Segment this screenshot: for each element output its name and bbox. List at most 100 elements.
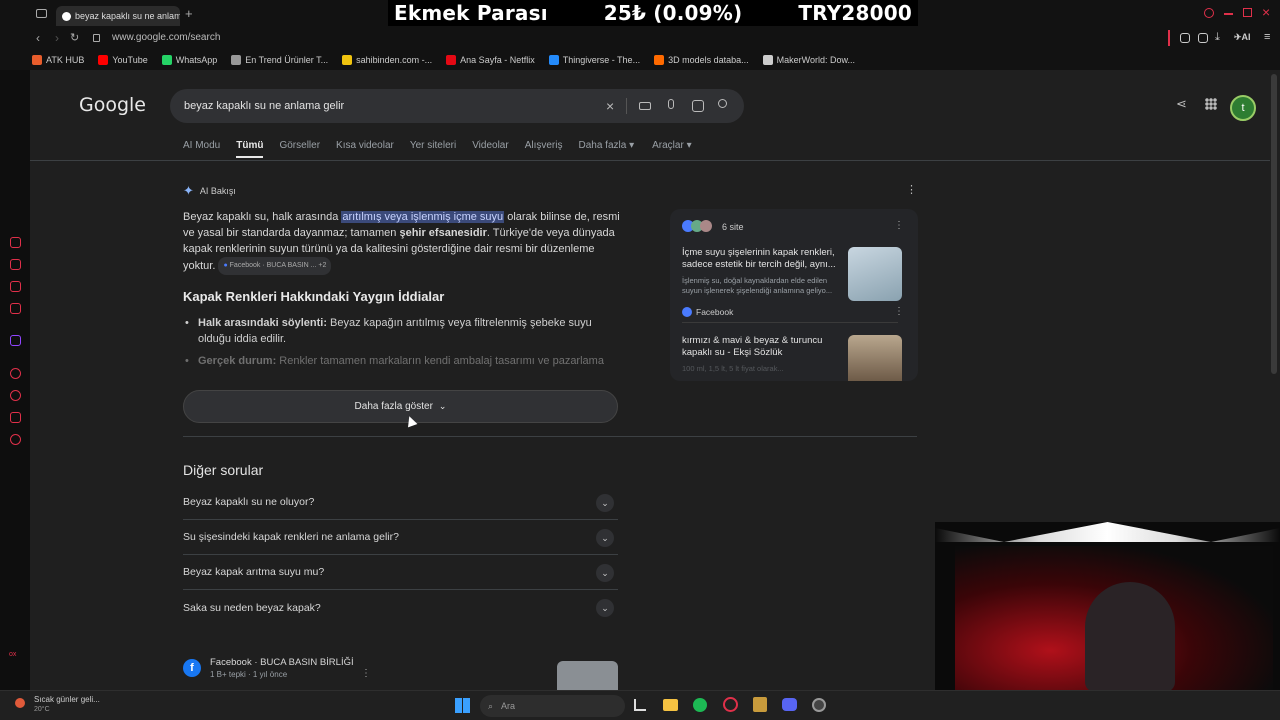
bookmark-youtube[interactable]: YouTube	[98, 55, 148, 65]
page-scrollbar[interactable]	[1271, 74, 1277, 374]
bookmark-favicon-icon	[231, 55, 242, 65]
tab-places[interactable]: Yer siteleri	[410, 140, 456, 158]
opera-gx-icon[interactable]	[723, 697, 738, 712]
keyboard-icon[interactable]	[639, 102, 651, 110]
show-more-button[interactable]: Daha fazla göster ⌄	[183, 390, 618, 423]
player-icon[interactable]	[10, 368, 21, 379]
source-chip[interactable]: ● Facebook · BUCA BASIN ... +2	[218, 257, 332, 275]
search-icon[interactable]	[718, 99, 727, 108]
download-icon[interactable]: ⤓	[1215, 31, 1220, 44]
chevron-down-icon[interactable]: ⌄	[596, 564, 614, 582]
task-view-icon[interactable]	[634, 699, 646, 711]
netflix-icon	[446, 55, 457, 65]
tab-active[interactable]: beyaz kapaklı su ne anlama ×	[56, 6, 180, 26]
extensions-toolbar-icon[interactable]	[1180, 33, 1190, 43]
twitch-icon[interactable]	[10, 335, 21, 346]
bookmark-atk-hub[interactable]: ATK HUB	[32, 55, 84, 65]
settings-icon[interactable]	[10, 434, 21, 445]
more-options-icon[interactable]: ⋮	[894, 306, 904, 317]
discord-icon[interactable]	[782, 698, 797, 711]
tab-menu-icon[interactable]	[36, 9, 47, 18]
bottles-thumbnail[interactable]	[848, 247, 902, 301]
mic-icon[interactable]	[668, 99, 674, 109]
taskbar-search[interactable]: ⌕ Ara	[480, 695, 625, 717]
ticker-name: Ekmek Parası	[394, 1, 548, 25]
more-options-icon[interactable]: ⋮	[894, 220, 904, 231]
tab-videos[interactable]: Videolar	[472, 140, 509, 158]
weather-title[interactable]: Sıcak günler geli...	[34, 695, 100, 704]
question-row[interactable]: Su şişesindeki kapak renkleri ne anlama …	[183, 520, 618, 555]
forward-icon[interactable]: ›	[55, 31, 59, 45]
socks-thumbnail[interactable]	[848, 335, 902, 381]
facebook-icon[interactable]: f	[183, 659, 201, 677]
weather-icon[interactable]	[15, 698, 25, 708]
bookmark-thingiverse[interactable]: Thingiverse - The...	[548, 55, 640, 65]
game-launcher-icon[interactable]	[753, 697, 767, 712]
sidebar-icon-1[interactable]	[10, 237, 21, 248]
clear-icon[interactable]: ×	[606, 99, 618, 113]
tab-tools[interactable]: Araçlar ▾	[652, 140, 692, 158]
tab-more[interactable]: Daha fazla ▾	[579, 140, 635, 158]
sources-panel: 6 site ⋮ İçme suyu şişelerinin kapak ren…	[670, 209, 918, 381]
close-window-icon[interactable]: ×	[1262, 4, 1270, 20]
source-card-title[interactable]: kırmızı & mavi & beyaz & turuncu kapaklı…	[682, 335, 844, 359]
sidebar-icon-3[interactable]	[10, 281, 21, 292]
new-tab-icon[interactable]: +	[185, 6, 193, 21]
highlighted-phrase[interactable]: arıtılmış veya işlenmiş içme suyu	[341, 211, 505, 223]
more-options-icon[interactable]: ⋮	[361, 668, 371, 679]
menu-icon[interactable]: ≡	[1264, 31, 1270, 43]
other-questions-title: Diğer sorular	[183, 462, 264, 478]
ai-more-options-icon[interactable]: ⋮	[906, 183, 917, 196]
apps-grid-icon[interactable]	[1205, 98, 1217, 110]
result-thumbnail[interactable]	[557, 661, 618, 690]
search-input[interactable]: beyaz kapaklı su ne anlama gelir ×	[170, 89, 744, 123]
chevron-down-icon[interactable]: ⌄	[596, 529, 614, 547]
source-card-title[interactable]: İçme suyu şişelerinin kapak renkleri, sa…	[682, 247, 844, 271]
bookmark-netflix[interactable]: Ana Sayfa - Netflix	[446, 55, 535, 65]
tab-all[interactable]: Tümü	[236, 140, 264, 158]
lock-icon[interactable]	[93, 34, 100, 42]
bookmark-makerworld[interactable]: MakerWorld: Dow...	[762, 55, 855, 65]
bookmark-trend[interactable]: En Trend Ürünler T...	[231, 55, 328, 65]
share-icon[interactable]: ⋖	[1176, 96, 1187, 112]
tab-title: beyaz kapaklı su ne anlama	[75, 11, 180, 21]
history-icon[interactable]	[10, 390, 21, 401]
sidebar-icon-2[interactable]	[10, 259, 21, 270]
spotify-icon[interactable]	[693, 698, 707, 712]
tab-shopping[interactable]: Alışveriş	[525, 140, 563, 158]
avatar[interactable]: t	[1230, 95, 1256, 121]
aria-ai-icon[interactable]: ✈AI	[1234, 32, 1251, 43]
sources-count[interactable]: 6 site	[722, 222, 744, 232]
lens-icon[interactable]	[692, 100, 704, 112]
google-favicon-icon	[62, 11, 71, 21]
question-row[interactable]: Beyaz kapaklı su ne oluyor? ⌄	[183, 485, 618, 520]
minimize-icon[interactable]	[1224, 13, 1233, 15]
tab-images[interactable]: Görseller	[279, 140, 320, 158]
site-favicon-icon	[700, 220, 712, 232]
app-icon[interactable]	[812, 698, 826, 712]
reload-icon[interactable]: ↻	[70, 31, 79, 44]
search-query[interactable]: beyaz kapaklı su ne anlama gelir	[184, 100, 344, 112]
snapshot-icon[interactable]	[1198, 33, 1208, 43]
url-text[interactable]: www.google.com/search	[112, 32, 220, 43]
source-card-site[interactable]: Facebook	[682, 307, 733, 317]
maximize-icon[interactable]	[1243, 8, 1252, 17]
file-explorer-icon[interactable]	[663, 699, 678, 711]
chevron-down-icon[interactable]: ⌄	[596, 599, 614, 617]
google-logo[interactable]: Google	[79, 94, 146, 116]
bookmark-3d-models[interactable]: 3D models databa...	[654, 55, 749, 65]
bookmark-whatsapp[interactable]: WhatsApp	[161, 55, 217, 65]
tab-short-videos[interactable]: Kısa videolar	[336, 140, 394, 158]
search-tabs-icon[interactable]	[1204, 8, 1214, 18]
bookmark-sahibinden[interactable]: sahibinden.com -...	[342, 55, 432, 65]
sidebar-icon-4[interactable]	[10, 303, 21, 314]
back-icon[interactable]: ‹	[36, 31, 40, 45]
ai-bullet-list: Halk arasındaki söylenti: Beyaz kapağın …	[183, 315, 623, 375]
chevron-down-icon[interactable]: ⌄	[596, 494, 614, 512]
question-row[interactable]: Saka su neden beyaz kapak? ⌄	[183, 590, 618, 625]
tab-ai-mode[interactable]: AI Modu	[183, 140, 220, 158]
result-source[interactable]: Facebook · BUCA BASIN BİRLİĞİ	[210, 657, 354, 668]
extensions-icon[interactable]	[10, 412, 21, 423]
question-row[interactable]: Beyaz kapak arıtma suyu mu? ⌄	[183, 555, 618, 590]
windows-start-icon[interactable]	[455, 698, 470, 713]
